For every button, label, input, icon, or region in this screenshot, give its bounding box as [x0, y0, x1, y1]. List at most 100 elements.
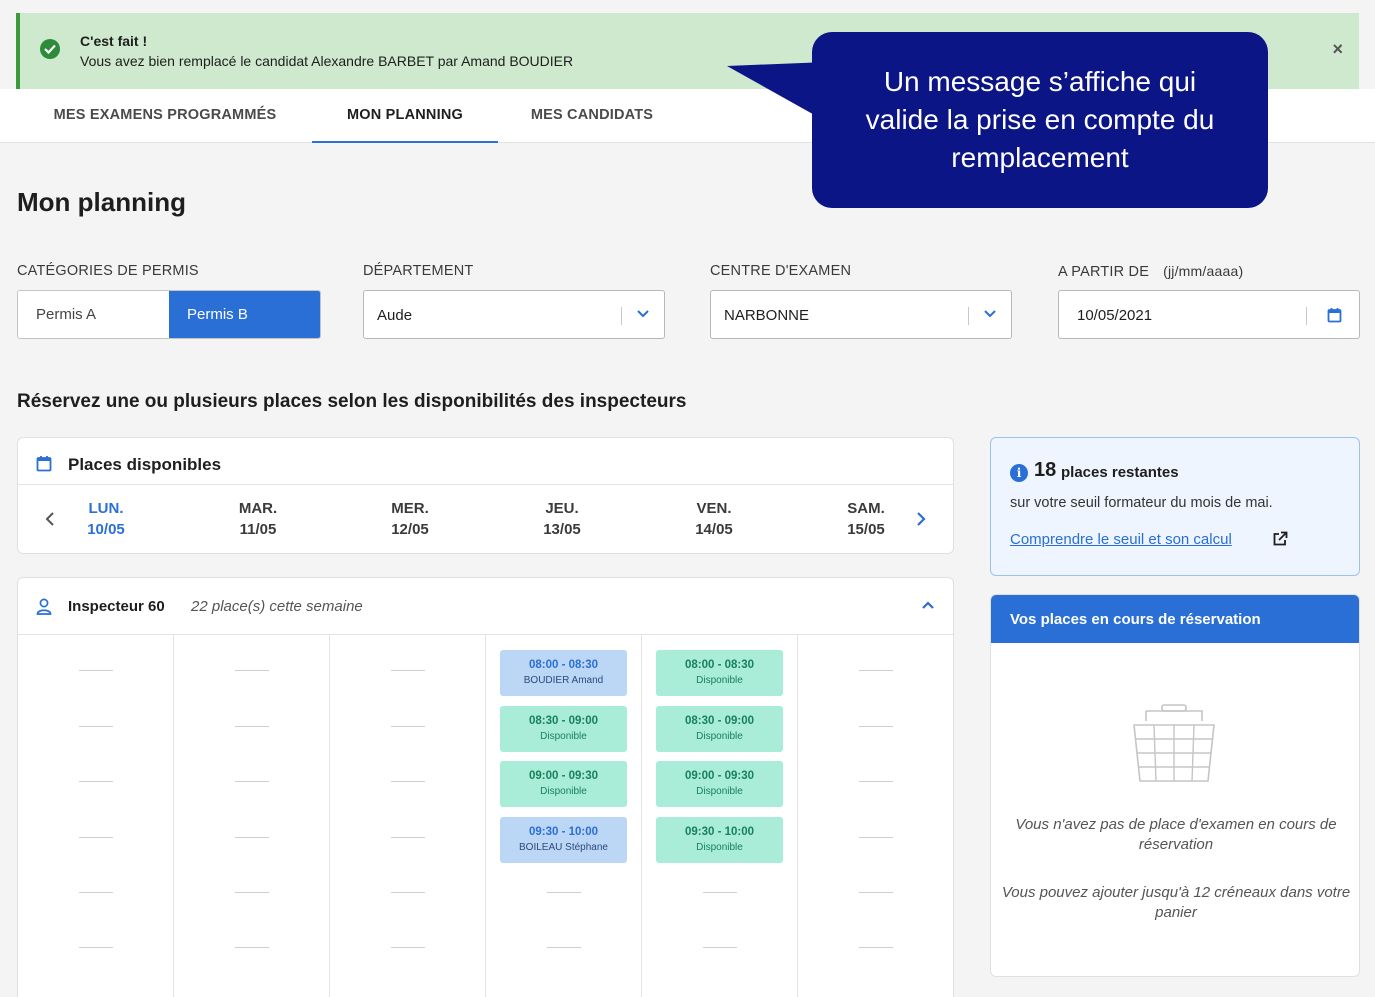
slot-available[interactable]: 09:00 - 09:30 Disponible: [500, 761, 627, 807]
slot-status: BOILEAU Stéphane: [519, 842, 608, 853]
empty-slot: [235, 781, 269, 782]
inspector-name: Inspecteur 60: [68, 598, 165, 615]
calendar-icon: [36, 456, 52, 472]
day-wednesday[interactable]: MER. 12/05: [360, 498, 460, 540]
reservation-title: Vos places en cours de réservation: [1010, 611, 1261, 628]
empty-slot: [391, 837, 425, 838]
check-circle-icon: [40, 39, 60, 59]
day-date: 11/05: [239, 521, 277, 538]
empty-slot: [391, 781, 425, 782]
day-date: 14/05: [695, 521, 733, 538]
empty-slot: [859, 892, 893, 893]
day-tuesday[interactable]: MAR. 11/05: [208, 498, 308, 540]
slot-time: 09:30 - 10:00: [684, 826, 755, 838]
day-friday[interactable]: VEN. 14/05: [664, 498, 764, 540]
reservation-empty-text: Vous n'avez pas de place d'examen en cou…: [1015, 816, 1337, 853]
empty-slot: [859, 781, 893, 782]
slot-available[interactable]: 09:30 - 10:00 Disponible: [656, 817, 783, 863]
chevron-left-icon[interactable]: [45, 512, 55, 526]
date-label: A PARTIR DE (jj/mm/aaaa): [1058, 263, 1243, 280]
input-divider: [1306, 307, 1307, 325]
empty-slot: [391, 670, 425, 671]
slot-status: Disponible: [696, 786, 743, 797]
slot-available[interactable]: 08:00 - 08:30 Disponible: [656, 650, 783, 696]
calendar-icon[interactable]: [1327, 307, 1342, 323]
inspector-header[interactable]: Inspecteur 60 22 place(s) cette semaine: [18, 578, 953, 635]
close-icon[interactable]: ×: [1332, 39, 1343, 60]
slot-available[interactable]: 08:30 - 09:00 Disponible: [656, 706, 783, 752]
day-date: 12/05: [391, 521, 429, 538]
empty-slot: [235, 837, 269, 838]
center-value: NARBONNE: [724, 307, 810, 324]
basket-icon: [1133, 704, 1215, 782]
slot-available[interactable]: 08:30 - 09:00 Disponible: [500, 706, 627, 752]
remaining-subtitle: sur votre seuil formateur du mois de mai…: [1010, 495, 1273, 511]
select-divider: [621, 307, 622, 325]
column-thursday: 08:00 - 08:30 BOUDIER Amand 08:30 - 09:00…: [486, 635, 642, 997]
day-date: 15/05: [847, 521, 885, 538]
remaining-count: 18: [1034, 459, 1057, 481]
slot-status: Disponible: [696, 842, 743, 853]
day-name: VEN.: [696, 500, 732, 517]
day-date: 13/05: [543, 521, 581, 538]
empty-slot: [235, 670, 269, 671]
empty-slot: [547, 892, 581, 893]
permis-b-option[interactable]: Permis B: [169, 291, 320, 338]
slot-status: Disponible: [540, 731, 587, 742]
chevron-up-icon[interactable]: [921, 600, 935, 610]
remaining-places-card: i 18 places restantes sur votre seuil fo…: [990, 437, 1360, 576]
slot-time: 08:00 - 08:30: [528, 659, 599, 671]
department-select[interactable]: Aude: [363, 290, 665, 339]
reservation-header: Vos places en cours de réservation: [991, 595, 1359, 643]
empty-slot: [703, 892, 737, 893]
empty-slot: [859, 670, 893, 671]
toast-message: Vous avez bien remplacé le candidat Alex…: [80, 53, 574, 69]
callout-line-3: remplacement: [951, 142, 1129, 173]
empty-slot: [859, 726, 893, 727]
column-wednesday: [330, 635, 486, 997]
calendar-title: Places disponibles: [68, 455, 222, 474]
slot-available[interactable]: 09:00 - 09:30 Disponible: [656, 761, 783, 807]
center-select[interactable]: NARBONNE: [710, 290, 1012, 339]
slot-booked[interactable]: 08:00 - 08:30 BOUDIER Amand: [500, 650, 627, 696]
empty-slot: [547, 947, 581, 948]
section-title: Réservez une ou plusieurs places selon l…: [17, 391, 687, 412]
column-tuesday: [174, 635, 330, 997]
day-name: JEU.: [545, 500, 579, 517]
page-title: Mon planning: [17, 187, 186, 217]
chevron-down-icon: [637, 310, 649, 318]
external-link-icon[interactable]: [1272, 531, 1288, 547]
slot-status: Disponible: [696, 675, 743, 686]
day-thursday[interactable]: JEU. 13/05: [512, 498, 612, 540]
tab-mon-planning[interactable]: MON PLANNING: [312, 89, 498, 143]
empty-slot: [235, 726, 269, 727]
threshold-link[interactable]: Comprendre le seuil et son calcul: [1010, 531, 1232, 548]
callout-line-2: valide la prise en compte du: [865, 104, 1215, 135]
empty-slot: [391, 947, 425, 948]
empty-slot: [79, 781, 113, 782]
empty-slot: [859, 837, 893, 838]
empty-slot: [235, 892, 269, 893]
empty-slot: [79, 670, 113, 671]
department-value: Aude: [377, 307, 413, 324]
category-label: CATÉGORIES DE PERMIS: [17, 263, 199, 279]
slot-time: 09:00 - 09:30: [684, 770, 755, 782]
date-input[interactable]: 10/05/2021: [1058, 290, 1360, 339]
slot-time: 08:30 - 09:00: [528, 715, 599, 727]
category-segmented-control: Permis A Permis B: [17, 290, 321, 339]
chevron-right-icon[interactable]: [916, 512, 926, 526]
empty-slot: [859, 947, 893, 948]
day-saturday[interactable]: SAM. 15/05: [816, 498, 916, 540]
tab-mes-examens[interactable]: MES EXAMENS PROGRAMMÉS: [27, 89, 303, 143]
empty-slot: [79, 947, 113, 948]
column-saturday: [798, 635, 954, 997]
slot-booked[interactable]: 09:30 - 10:00 BOILEAU Stéphane: [500, 817, 627, 863]
remaining-label: places restantes: [1061, 464, 1179, 481]
empty-slot: [79, 837, 113, 838]
tab-mes-candidats[interactable]: MES CANDIDATS: [508, 89, 676, 143]
slot-time: 08:00 - 08:30: [684, 659, 755, 671]
permis-a-option[interactable]: Permis A: [18, 291, 169, 338]
day-monday[interactable]: LUN. 10/05: [56, 498, 156, 540]
date-format-hint: (jj/mm/aaaa): [1163, 263, 1244, 279]
divider: [18, 484, 953, 485]
